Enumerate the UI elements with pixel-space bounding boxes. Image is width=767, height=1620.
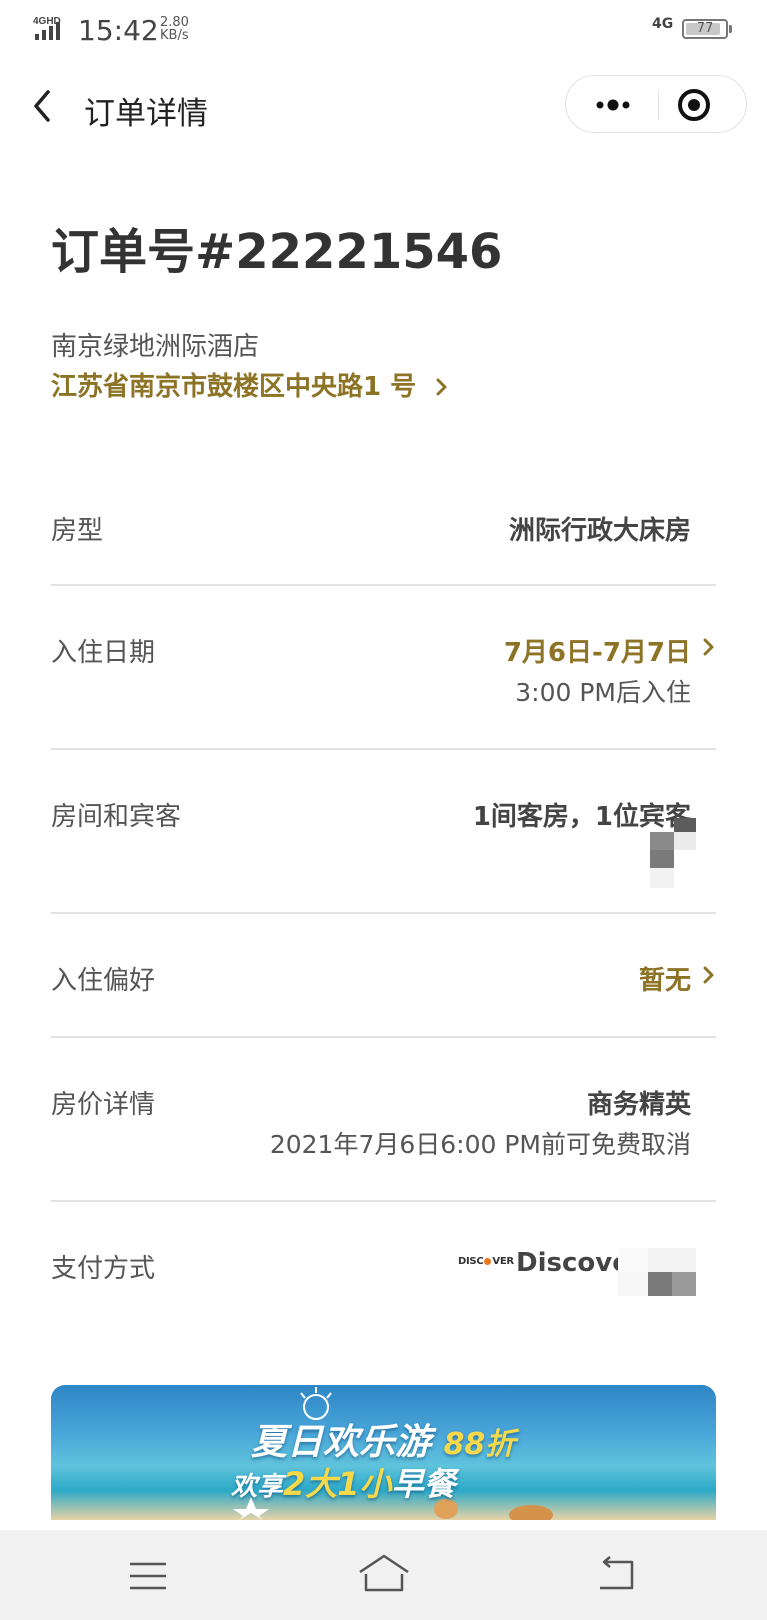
checkin-date-label: 入住日期 (51, 638, 156, 668)
banner-discount: 88折 (443, 1427, 516, 1462)
close-miniprogram-icon[interactable] (674, 88, 714, 122)
more-options-icon[interactable] (590, 88, 636, 122)
rooms-guests-label: 房间和宾客 (51, 802, 182, 832)
page-title: 订单详情 (84, 96, 208, 132)
banner-highlight: 2大1小 (283, 1465, 392, 1503)
room-type-label: 房型 (51, 516, 104, 546)
order-number: 订单号#22221546 (51, 224, 503, 280)
battery-level: 77 (696, 21, 714, 36)
promo-banner[interactable]: 夏日欢乐游 88折 欢享2大1小早餐 (51, 1385, 716, 1520)
chevron-right-icon (703, 638, 714, 656)
price-details-row: 房价详情 商务精英 2021年7月6日6:00 PM前可免费取消 (51, 1036, 716, 1202)
checkin-time: 3:00 PM后入住 (515, 678, 691, 707)
back-icon[interactable] (594, 1556, 636, 1592)
signal-icon: 4GHD (33, 16, 61, 40)
price-details-label: 房价详情 (51, 1090, 156, 1120)
chevron-right-icon (436, 378, 447, 396)
back-arrow-icon[interactable] (26, 86, 66, 126)
nav-bar: 订单详情 (0, 70, 767, 140)
menu-icon[interactable] (128, 1560, 168, 1592)
system-navigation-bar (0, 1530, 767, 1620)
checkin-date-value: 7月6日-7月7日 (503, 638, 691, 668)
room-type-value: 洲际行政大床房 (508, 516, 691, 546)
banner-subline: 欢享2大1小早餐 (231, 1465, 456, 1503)
redaction-blur (650, 818, 696, 888)
checkin-date-row[interactable]: 入住日期 7月6日-7月7日 3:00 PM后入住 (51, 584, 716, 750)
status-bar: 4GHD 15:42 2.80 KB/s 4G 77 (0, 0, 767, 60)
signal-tag: 4GHD (33, 16, 61, 27)
payment-method-label: 支付方式 (51, 1254, 156, 1284)
hotel-address-link[interactable]: 江苏省南京市鼓楼区中央路1 号 (51, 366, 449, 403)
price-details-value: 商务精英 (586, 1090, 691, 1120)
home-icon[interactable] (356, 1552, 412, 1594)
chevron-right-icon (703, 966, 714, 984)
battery-icon: 77 (682, 19, 728, 39)
network-speed: 2.80 KB/s (160, 15, 189, 43)
checkin-preference-value: 暂无 (638, 966, 691, 996)
checkin-preference-row[interactable]: 入住偏好 暂无 (51, 912, 716, 1038)
banner-headline: 夏日欢乐游 88折 (251, 1422, 516, 1463)
network-type: 4G (652, 16, 674, 32)
payment-method-row: 支付方式 Discover (51, 1200, 716, 1310)
room-type-row: 房型 洲际行政大床房 (51, 480, 716, 586)
rooms-guests-row: 房间和宾客 1间客房，1位宾客 (51, 748, 716, 914)
cancellation-policy: 2021年7月6日6:00 PM前可免费取消 (269, 1130, 691, 1159)
status-time: 15:42 (78, 14, 159, 47)
hotel-address: 江苏省南京市鼓楼区中央路1 号 (51, 372, 417, 402)
discover-logo: DISC VER (458, 1256, 514, 1267)
checkin-preference-label: 入住偏好 (51, 966, 156, 996)
hotel-name: 南京绿地洲际酒店 (51, 332, 260, 362)
redaction-blur (618, 1248, 696, 1296)
miniprogram-capsule (565, 75, 747, 133)
